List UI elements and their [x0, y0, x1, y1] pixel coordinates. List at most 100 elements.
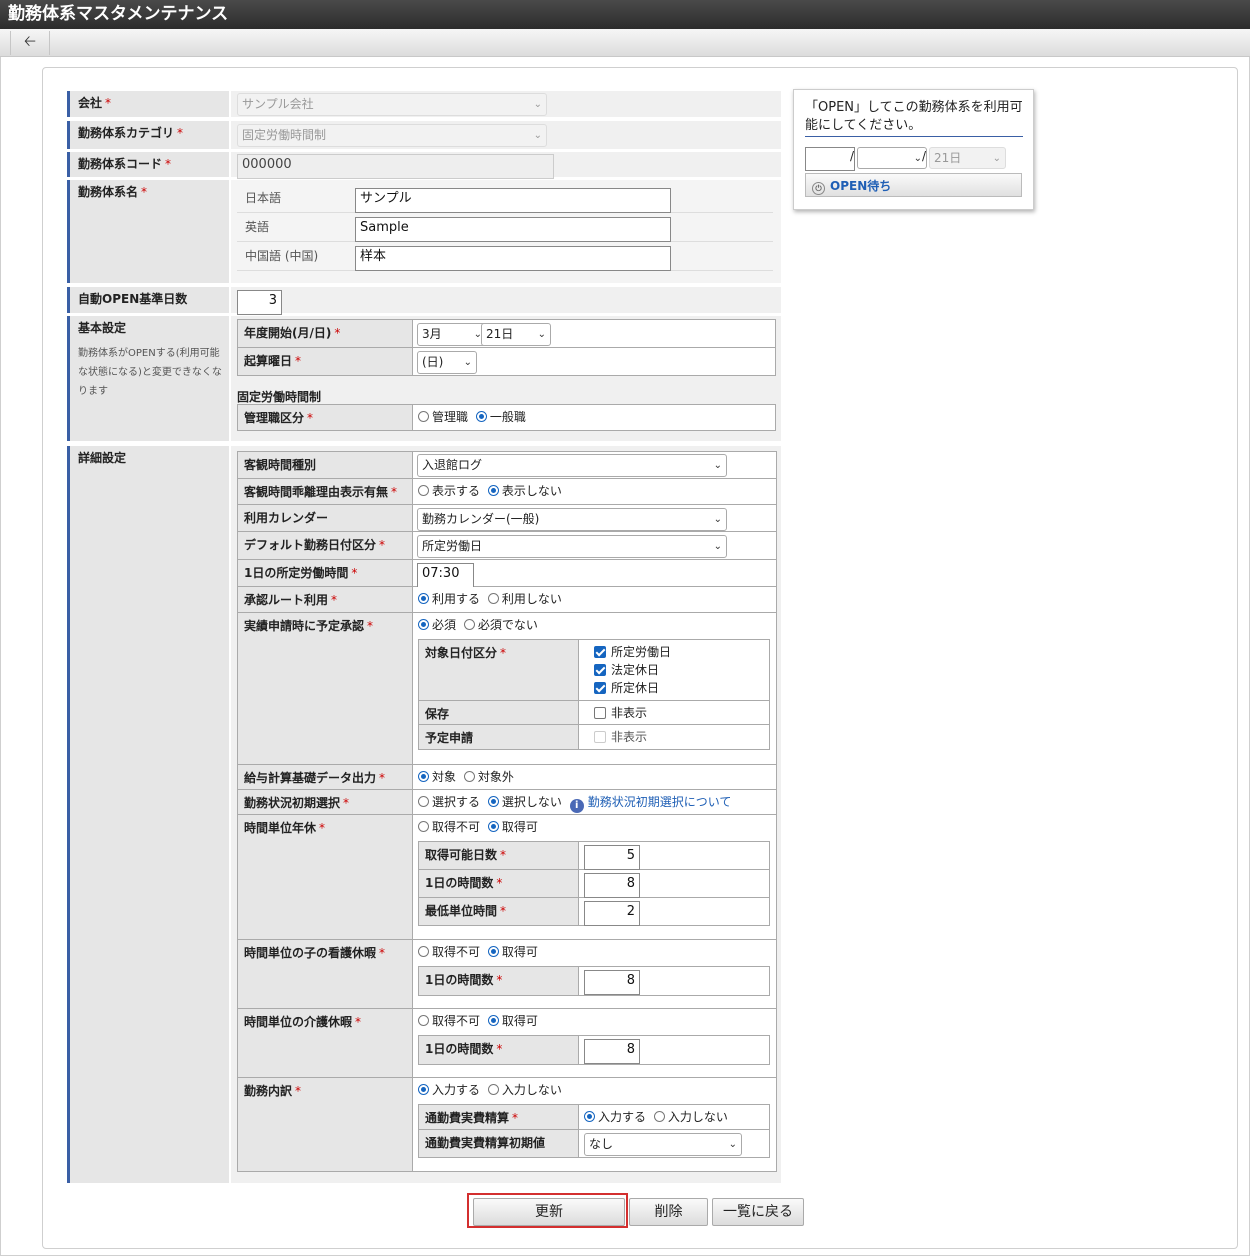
- breakdown-no-radio[interactable]: [487, 1084, 499, 1095]
- child-care-hours-input[interactable]: 8: [584, 970, 640, 995]
- fiscal-day-select[interactable]: 21日 ⌄: [481, 323, 551, 346]
- reason-hide-radio[interactable]: [487, 485, 499, 496]
- leave-days-input[interactable]: 5: [584, 845, 640, 870]
- detail-settings-label: 詳細設定: [67, 446, 229, 1183]
- manager-table: 管理職区分 * 管理職 一般職: [237, 404, 776, 431]
- payroll-cell: 対象 対象外: [413, 765, 777, 790]
- open-month-select[interactable]: ⌄: [857, 147, 927, 169]
- code-input[interactable]: 000000: [237, 154, 554, 179]
- open-message: 「OPEN」してこの勤務体系を利用可能にしてください。: [805, 99, 1023, 137]
- target-holiday-checkbox[interactable]: [594, 682, 606, 694]
- fiscal-start-cell: 3月 ⌄ 21日 ⌄: [413, 320, 776, 348]
- chevron-down-icon: ⌄: [533, 99, 542, 110]
- route-nouse-radio[interactable]: [487, 593, 499, 604]
- status-select-radio[interactable]: [418, 796, 429, 807]
- leave-min-input[interactable]: 2: [584, 901, 640, 926]
- fiscal-month-select[interactable]: 3月 ⌄: [417, 323, 487, 346]
- nursing-care-no-radio[interactable]: [418, 1015, 429, 1026]
- start-weekday-label: 起算曜日 *: [238, 348, 413, 376]
- nursing-care-yes-radio[interactable]: [487, 1015, 499, 1026]
- chevron-down-icon: ⌄: [713, 541, 722, 552]
- code-value-cell: 000000: [231, 152, 781, 179]
- detail-table: 客観時間種別 入退館ログ ⌄ 客観時間乖離理由表示有無 * 表示する 表示しない 利…: [237, 451, 777, 1172]
- leave-min-cell: 2: [579, 898, 770, 926]
- reason-show-radio[interactable]: [418, 485, 429, 496]
- breakdown-sub-table: 通勤費実費精算 * 入力する 入力しない 通勤費実費精算初期値 なし ⌄: [418, 1104, 770, 1158]
- open-day-select[interactable]: 21日 ⌄: [929, 147, 1006, 169]
- arrow-left-icon: 🡠: [23, 31, 37, 50]
- delete-button[interactable]: 削除: [629, 1198, 708, 1226]
- hourly-leave-no-radio[interactable]: [418, 821, 429, 832]
- company-label: 会社 *: [67, 91, 229, 117]
- plan-optional-radio[interactable]: [463, 619, 475, 630]
- calendar-cell: 勤務カレンダー(一般) ⌄: [413, 505, 777, 532]
- open-year-input[interactable]: [805, 147, 855, 171]
- default-date-select[interactable]: 所定労働日 ⌄: [417, 535, 727, 558]
- child-care-label: 時間単位の子の看護休暇 *: [238, 940, 413, 1009]
- payroll-target-radio[interactable]: [418, 771, 429, 782]
- save-hide-checkbox[interactable]: [594, 707, 606, 719]
- payroll-nontarget-radio[interactable]: [463, 771, 475, 782]
- name-zh-input[interactable]: 样本: [355, 246, 671, 271]
- back-button[interactable]: 🡠: [10, 31, 50, 55]
- target-workday-checkbox[interactable]: [594, 646, 606, 658]
- commute-init-select[interactable]: なし ⌄: [584, 1133, 742, 1156]
- manager-cell: 管理職 一般職: [413, 405, 776, 431]
- info-icon: i: [569, 799, 584, 813]
- approval-route-cell: 利用する 利用しない: [413, 587, 777, 613]
- hourly-leave-label: 時間単位年休 *: [238, 815, 413, 940]
- auto-open-label: 自動OPEN基準日数: [67, 287, 229, 313]
- name-value-cell: 日本語 サンプル 英語 Sample 中国語 (中国) 样本: [231, 180, 781, 283]
- target-legal-holiday-checkbox[interactable]: [594, 664, 606, 676]
- page-title: 勤務体系マスタメンテナンス: [0, 0, 1250, 29]
- hourly-leave-cell: 取得不可 取得可 取得可能日数 * 5 1日の時間数 * 8 最低単位時間 * 2: [413, 815, 777, 940]
- payroll-label: 給与計算基礎データ出力 *: [238, 765, 413, 790]
- toolbar: 🡠: [0, 29, 1250, 57]
- plan-required-radio[interactable]: [418, 619, 429, 630]
- commute-label: 通勤費実費精算 *: [419, 1105, 579, 1130]
- plan-sub-table: 対象日付区分 * 所定労働日 法定休日 所定休日 保存 非表示 予定申請 非表示: [418, 639, 770, 750]
- chevron-down-icon: ⌄: [713, 514, 722, 525]
- plan-hide-checkbox[interactable]: [594, 731, 606, 743]
- category-select[interactable]: 固定労働時間制 ⌄: [237, 124, 547, 147]
- daily-hours-label: 1日の所定労働時間 *: [238, 560, 413, 587]
- commute-no-radio[interactable]: [653, 1111, 665, 1122]
- breakdown-cell: 入力する 入力しない 通勤費実費精算 * 入力する 入力しない 通勤費実費精算初期…: [413, 1078, 777, 1172]
- nursing-care-hours-input[interactable]: 8: [584, 1039, 640, 1064]
- leave-hours-cell: 8: [579, 870, 770, 898]
- manager-radio[interactable]: [418, 411, 429, 422]
- chevron-down-icon: ⌄: [728, 1139, 737, 1150]
- name-ja-input[interactable]: サンプル: [355, 188, 671, 213]
- power-icon: ⏻: [812, 182, 825, 195]
- commute-yes-radio[interactable]: [584, 1111, 595, 1122]
- lang-label: 英語: [245, 220, 270, 234]
- calendar-select[interactable]: 勤務カレンダー(一般) ⌄: [417, 508, 727, 531]
- breakdown-yes-radio[interactable]: [418, 1084, 429, 1095]
- child-care-yes-radio[interactable]: [487, 946, 499, 957]
- objective-type-select[interactable]: 入退館ログ ⌄: [417, 454, 727, 477]
- status-init-label: 勤務状況初期選択 *: [238, 790, 413, 815]
- basic-settings-cell: 年度開始(月/日) * 3月 ⌄ 21日 ⌄ 起算曜日 * (日) ⌄ 固定労働時間制 管…: [231, 316, 781, 441]
- leave-hours-input[interactable]: 8: [584, 873, 640, 898]
- company-select[interactable]: サンプル会社 ⌄: [237, 93, 547, 116]
- start-weekday-select[interactable]: (日) ⌄: [417, 351, 477, 374]
- general-radio[interactable]: [475, 411, 487, 422]
- auto-open-input[interactable]: 3: [237, 290, 282, 315]
- route-use-radio[interactable]: [418, 593, 429, 604]
- save-cell: 非表示: [579, 701, 770, 725]
- commute-cell: 入力する 入力しない: [579, 1105, 770, 1130]
- approval-route-label: 承認ルート利用 *: [238, 587, 413, 613]
- breakdown-label: 勤務内訳 *: [238, 1078, 413, 1172]
- fiscal-start-label: 年度開始(月/日) *: [238, 320, 413, 348]
- nursing-care-hours-label: 1日の時間数 *: [419, 1036, 579, 1065]
- update-button[interactable]: 更新: [473, 1198, 625, 1226]
- open-pending-button[interactable]: ⏻ OPEN待ち: [805, 173, 1022, 197]
- hourly-leave-yes-radio[interactable]: [487, 821, 499, 832]
- back-to-list-button[interactable]: 一覧に戻る: [712, 1198, 804, 1226]
- status-init-help-link[interactable]: 勤務状況初期選択について: [588, 795, 732, 809]
- objective-reason-cell: 表示する 表示しない: [413, 479, 777, 505]
- name-en-input[interactable]: Sample: [355, 217, 671, 242]
- daily-hours-input[interactable]: 07:30: [417, 563, 474, 588]
- child-care-no-radio[interactable]: [418, 946, 429, 957]
- status-noselect-radio[interactable]: [487, 796, 499, 807]
